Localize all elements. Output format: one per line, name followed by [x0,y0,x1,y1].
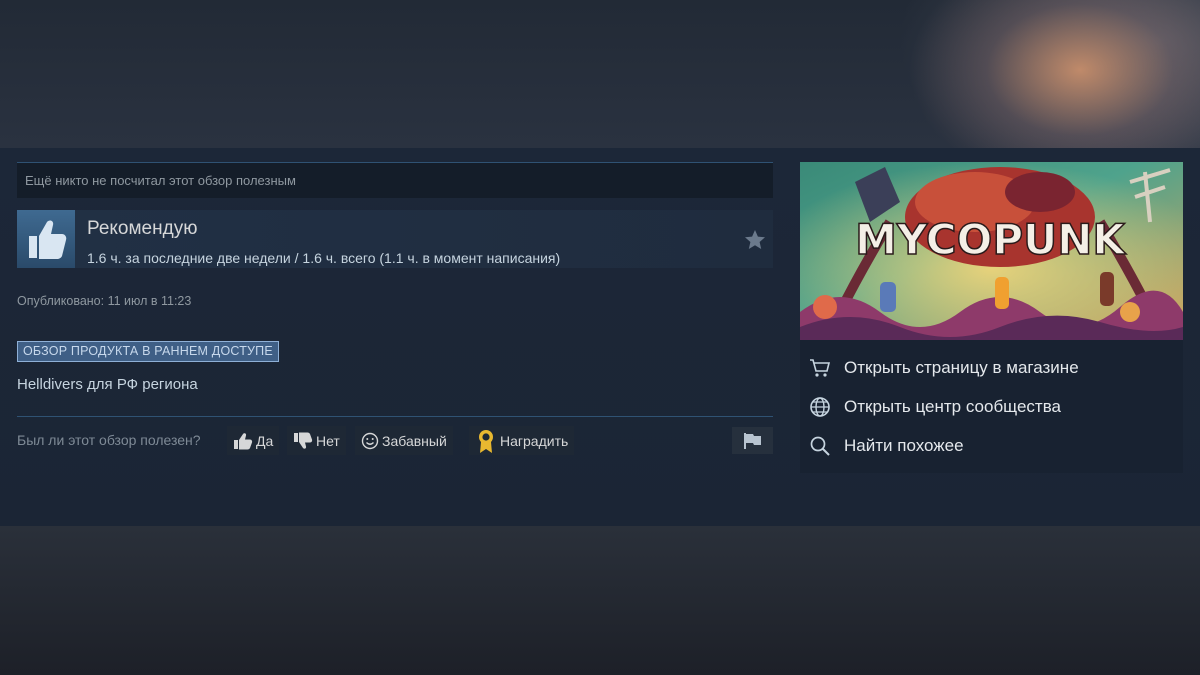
find-similar-link[interactable]: Найти похожее [808,430,964,462]
divider [17,416,773,417]
find-similar-label: Найти похожее [844,436,964,455]
game-links-panel: Открыть страницу в магазине Открыть цент… [800,340,1183,473]
open-store-link[interactable]: Открыть страницу в магазине [808,352,1079,384]
vote-funny-label: Забавный [382,432,447,449]
award-button[interactable]: Наградить [469,426,575,455]
report-button[interactable] [732,427,773,454]
page-backdrop-bottom [0,526,1200,675]
posted-date: Опубликовано: 11 июл в 11:23 [17,294,192,308]
thumbs-up-icon[interactable] [17,210,75,268]
search-icon [810,436,830,456]
vote-no-button[interactable]: Нет [287,426,346,455]
early-access-badge: ОБЗОР ПРОДУКТА В РАННЕМ ДОСТУПЕ [17,341,279,362]
helpful-notice-text: Ещё никто не посчитал этот обзор полезны… [25,173,296,188]
thumbs-down-small-icon [294,432,313,449]
helpful-notice-bar: Ещё никто не посчитал этот обзор полезны… [17,162,773,198]
award-label: Наградить [500,432,569,449]
page-backdrop-top [0,0,1200,148]
award-medal-icon [479,429,493,453]
open-community-link[interactable]: Открыть центр сообщества [808,391,1061,423]
vote-yes-button[interactable]: Да [227,426,280,455]
vote-funny-button[interactable]: Забавный [355,426,453,455]
game-logo: MYCOPUNK [855,215,1126,264]
helpful-question: Был ли этот обзор полезен? [17,432,201,448]
game-capsule-image[interactable]: MYCOPUNK [800,162,1183,340]
recommendation-title: Рекомендую [87,218,198,239]
open-store-label: Открыть страницу в магазине [844,358,1079,377]
vote-no-label: Нет [316,432,340,449]
open-community-label: Открыть центр сообщества [844,397,1062,416]
review-body: Helldivers для РФ региона [17,376,198,393]
playtime-hours: 1.6 ч. за последние две недели / 1.6 ч. … [87,250,561,266]
star-icon[interactable] [743,228,767,252]
flag-icon [744,433,761,449]
globe-icon [810,397,830,417]
smiley-icon [361,432,379,449]
recommendation-header: Рекомендую 1.6 ч. за последние две недел… [17,210,773,268]
thumbs-up-small-icon [234,432,253,449]
vote-yes-label: Да [256,432,274,449]
cart-icon [810,359,831,377]
